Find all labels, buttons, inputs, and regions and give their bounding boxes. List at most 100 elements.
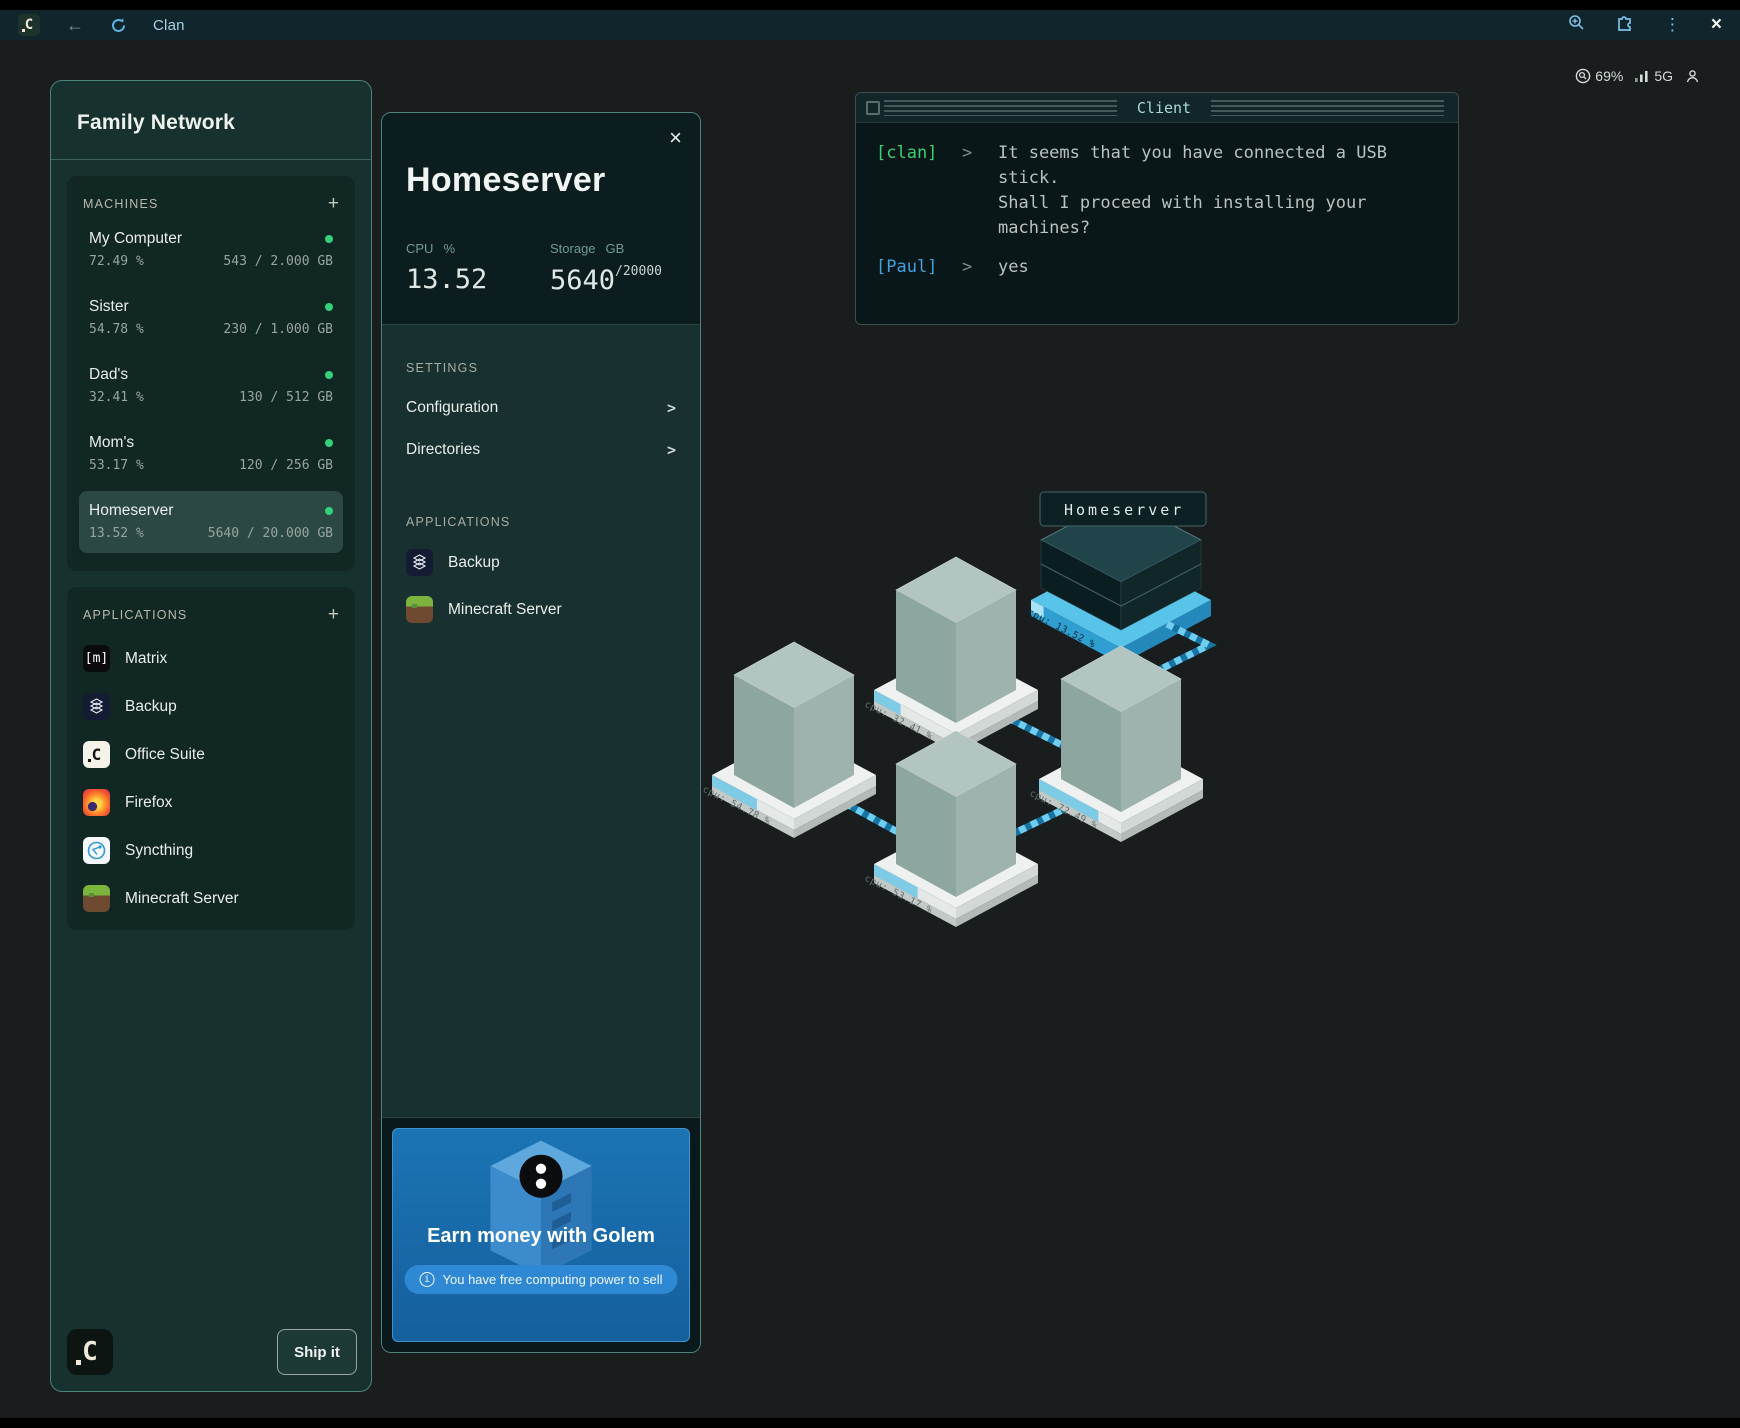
network-type: 5G bbox=[1654, 68, 1673, 84]
online-dot bbox=[325, 371, 333, 379]
settings-header: SETTINGS bbox=[406, 361, 676, 375]
machine-row-homeserver[interactable]: Homeserver 13.52 % 5640 / 20.000 GB bbox=[79, 491, 343, 553]
machine-name: Dad's bbox=[89, 366, 128, 384]
detail-applications-header: APPLICATIONS bbox=[406, 515, 676, 529]
app-row-office-suite[interactable]: C Office Suite bbox=[83, 741, 339, 768]
golem-ad-banner[interactable]: Earn money with Golem i You have free co… bbox=[392, 1128, 690, 1342]
ad-title: Earn money with Golem bbox=[393, 1225, 689, 1248]
window-checkbox-icon[interactable] bbox=[866, 101, 880, 115]
machine-storage: 120 / 256 GB bbox=[239, 458, 333, 473]
user-icon[interactable] bbox=[1685, 69, 1700, 84]
setting-label: Directories bbox=[406, 441, 480, 459]
golem-server-illustration bbox=[466, 1135, 616, 1285]
cpu-stat: CPU% 13.52 bbox=[406, 241, 487, 295]
backup-icon bbox=[406, 549, 433, 576]
menu-kebab-icon[interactable]: ⋮ bbox=[1664, 15, 1681, 35]
machine-cpu: 72.49 % bbox=[89, 254, 144, 269]
minecraft-icon bbox=[83, 885, 110, 912]
client-terminal-window: Client [clan] > It seems that you have c… bbox=[855, 92, 1459, 325]
setting-label: Configuration bbox=[406, 399, 498, 417]
add-machine-button[interactable]: + bbox=[328, 194, 339, 213]
machine-storage: 543 / 2.000 GB bbox=[223, 254, 333, 269]
ad-subtitle: You have free computing power to sell bbox=[443, 1272, 663, 1287]
window-close-icon[interactable]: × bbox=[1711, 14, 1722, 36]
ad-section: Earn money with Golem i You have free co… bbox=[382, 1117, 700, 1352]
detail-app-row-minecraft[interactable]: Minecraft Server bbox=[406, 596, 676, 623]
machine-cpu: 54.78 % bbox=[89, 322, 144, 337]
applications-card: APPLICATIONS + [m] Matrix Backup C Offic… bbox=[67, 587, 355, 930]
office-suite-icon: C bbox=[83, 741, 110, 768]
cpu-value: 13.52 bbox=[406, 264, 487, 295]
terminal-titlebar[interactable]: Client bbox=[856, 93, 1458, 123]
terminal-title: Client bbox=[1137, 99, 1191, 117]
backup-icon bbox=[83, 693, 110, 720]
titlebar-lines bbox=[1211, 100, 1444, 116]
ad-subtitle-pill: i You have free computing power to sell bbox=[405, 1265, 678, 1294]
clan-logo: C bbox=[67, 1329, 113, 1375]
reload-icon[interactable] bbox=[110, 17, 127, 34]
app-label: Backup bbox=[125, 698, 177, 716]
machine-row-moms[interactable]: Mom's 53.17 %120 / 256 GB bbox=[79, 423, 343, 485]
machine-cpu: 32.41 % bbox=[89, 390, 144, 405]
detail-app-row-backup[interactable]: Backup bbox=[406, 549, 676, 576]
machine-storage: 130 / 512 GB bbox=[239, 390, 333, 405]
app-label: Office Suite bbox=[125, 746, 205, 764]
machine-storage: 5640 / 20.000 GB bbox=[208, 526, 333, 541]
settings-row-configuration[interactable]: Configuration > bbox=[406, 399, 676, 417]
clan-logo-icon: C bbox=[18, 14, 40, 36]
close-icon[interactable]: × bbox=[669, 127, 682, 149]
machine-name: Sister bbox=[89, 298, 129, 316]
tooltip-label: Homeserver bbox=[1064, 501, 1184, 519]
back-icon[interactable]: ← bbox=[66, 16, 84, 34]
add-application-button[interactable]: + bbox=[328, 605, 339, 624]
network-map: cpu: 13.52 % cpu: 32.41 % bbox=[640, 430, 1260, 960]
machine-row-sister[interactable]: Sister 54.78 %230 / 1.000 GB bbox=[79, 287, 343, 349]
applications-header: APPLICATIONS bbox=[83, 608, 187, 622]
detail-title: Homeserver bbox=[406, 161, 606, 200]
app-label: Backup bbox=[448, 554, 500, 572]
speaker-clan: [clan] bbox=[876, 141, 962, 241]
extensions-icon[interactable] bbox=[1615, 13, 1634, 37]
machine-cpu: 13.52 % bbox=[89, 526, 144, 541]
app-row-backup[interactable]: Backup bbox=[83, 693, 339, 720]
storage-stat: StorageGB 5640/20000 bbox=[550, 241, 662, 296]
message-text: It seems that you have connected a USB s… bbox=[998, 141, 1408, 241]
zoom-icon[interactable] bbox=[1568, 14, 1585, 36]
app-label: Minecraft Server bbox=[448, 601, 562, 619]
battery-level: 69% bbox=[1595, 68, 1623, 84]
battery-magnifier-icon bbox=[1575, 68, 1591, 84]
divider bbox=[51, 159, 371, 160]
app-row-minecraft-server[interactable]: Minecraft Server bbox=[83, 885, 339, 912]
matrix-icon: [m] bbox=[83, 645, 110, 672]
map-tooltip-homeserver: Homeserver bbox=[1040, 492, 1206, 526]
titlebar-lines bbox=[884, 100, 1117, 116]
info-icon: i bbox=[420, 1272, 435, 1287]
online-dot bbox=[325, 439, 333, 447]
settings-row-directories[interactable]: Directories > bbox=[406, 441, 676, 459]
machine-name: Homeserver bbox=[89, 502, 173, 520]
app-row-syncthing[interactable]: Syncthing bbox=[83, 837, 339, 864]
machine-row-dads[interactable]: Dad's 32.41 % 130 / 512 GB bbox=[79, 355, 343, 417]
app-label: Matrix bbox=[125, 650, 167, 668]
message-text: yes bbox=[998, 255, 1408, 280]
machines-header: MACHINES bbox=[83, 197, 159, 211]
panel-title: Family Network bbox=[51, 81, 371, 159]
storage-value: 5640/20000 bbox=[550, 264, 662, 296]
family-network-panel: Family Network MACHINES + My Computer 72… bbox=[50, 80, 372, 1392]
signal-bars-icon bbox=[1635, 69, 1650, 83]
online-dot bbox=[325, 235, 333, 243]
chevron-right-icon: > bbox=[667, 399, 676, 417]
machine-name: Mom's bbox=[89, 434, 134, 452]
app-label: Minecraft Server bbox=[125, 890, 239, 908]
terminal-message: [Paul] > yes bbox=[876, 255, 1438, 280]
firefox-icon bbox=[83, 789, 110, 816]
machine-name: My Computer bbox=[89, 230, 182, 248]
machines-card: MACHINES + My Computer 72.49 % 543 / 2.00… bbox=[67, 176, 355, 571]
ship-it-button[interactable]: Ship it bbox=[277, 1329, 357, 1375]
browser-topbar: C ← Clan ⋮ × bbox=[0, 10, 1740, 40]
detail-header: × Homeserver CPU% 13.52 StorageGB 5640/2… bbox=[382, 113, 700, 325]
online-dot bbox=[325, 303, 333, 311]
machine-row-my-computer[interactable]: My Computer 72.49 % 543 / 2.000 GB bbox=[79, 219, 343, 281]
app-row-matrix[interactable]: [m] Matrix bbox=[83, 645, 339, 672]
app-row-firefox[interactable]: Firefox bbox=[83, 789, 339, 816]
